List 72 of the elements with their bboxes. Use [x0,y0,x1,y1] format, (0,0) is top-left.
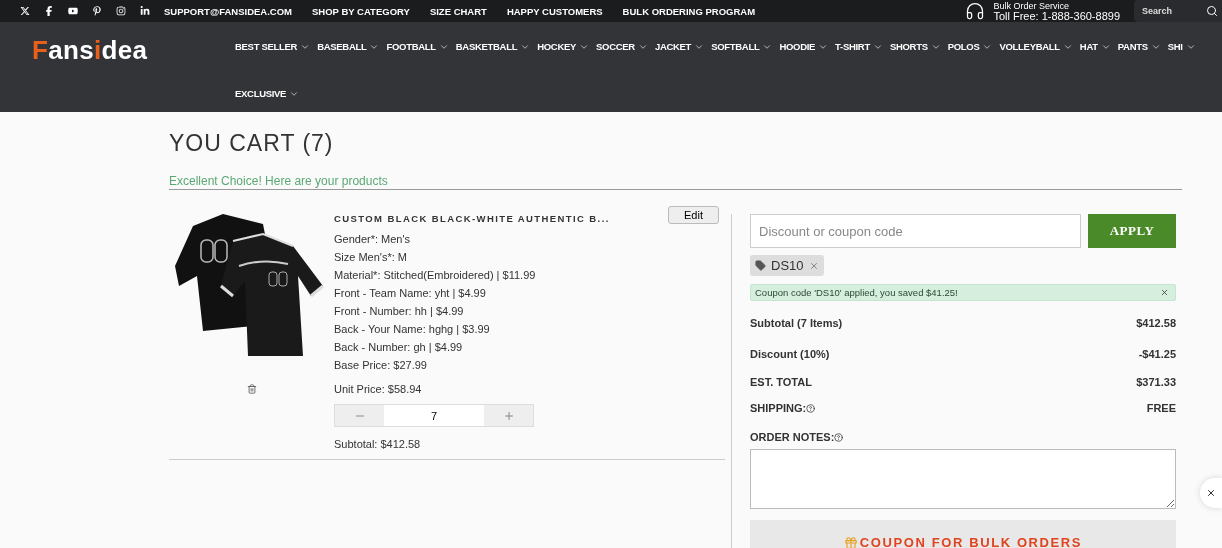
close-icon [1206,487,1216,499]
top-link[interactable]: SUPPORT@FANSIDEA.COM [164,5,293,17]
summary-value: -$41.25 [1138,347,1176,360]
coupon-field[interactable]: Discount or coupon code [750,214,1081,248]
product-option: Front - Team Name: yht | $4.99 [334,284,725,302]
nav-item[interactable]: FOOTBALL [386,41,449,52]
instagram-icon[interactable] [116,6,126,16]
search-input[interactable]: Search [1140,5,1200,17]
subtitle: Excellent Choice! Here are your products [169,174,1182,190]
nav-item[interactable]: VOLLEYBALL [999,41,1073,52]
product-name[interactable]: CUSTOM BLACK BLACK-WHITE AUTHENTIC B... [334,213,610,224]
product-option: Gender*: Men's [334,230,725,248]
top-link[interactable]: SIZE CHART [429,5,487,17]
facebook-icon[interactable] [44,6,54,16]
notes-field[interactable] [750,449,1176,509]
gift-icon [843,536,858,548]
nav-item[interactable]: PANTS [1117,41,1161,52]
top-link[interactable]: SHOP BY CATEGORY [312,5,410,17]
search-icon[interactable] [1206,5,1218,17]
summary-value: $371.33 [1136,376,1176,388]
product-option: Back - Number: gh | $4.99 [334,338,725,356]
nav-item[interactable]: SOFTBALL [711,41,773,52]
pinterest-icon[interactable] [92,6,102,16]
tag-icon [755,260,766,271]
youtube-icon[interactable] [68,6,78,16]
nav-item[interactable]: HOCKEY [537,41,590,52]
logo[interactable]: Fansidea [32,35,235,112]
help-icon[interactable] [806,403,816,413]
item-subtotal: Subtotal: $412.58 [334,437,422,452]
nav-item[interactable]: T-SHIRT [835,41,883,52]
notice-text: Coupon code 'DS10' applied, you saved $41.25! [755,287,958,298]
top-link[interactable]: HAPPY CUSTOMERS [506,5,603,17]
summary-label: Subtotal (7 Items) [750,316,843,329]
linkedin-icon[interactable] [140,6,150,16]
product-option: Base Price: $27.99 [334,356,725,374]
x-logo-icon[interactable] [20,6,30,16]
product-option: Material*: Stitched(Embroidered) | $11.99 [334,266,725,284]
summary-label: EST. TOTAL [750,376,812,388]
phone-number: Toll Free: 1-888-360-8899 [993,11,1120,21]
nav-item[interactable]: SHORTS [889,41,941,52]
top-link[interactable]: BULK ORDERING PROGRAM [622,5,756,17]
summary-value: $412.58 [1136,316,1176,329]
nav-item[interactable]: BEST SELLER [235,41,311,52]
summary-label: Discount (10%) [750,347,830,360]
trash-icon[interactable] [246,384,257,394]
remove-icon[interactable] [808,260,819,271]
summary-label: SHIPPING: [750,402,816,414]
product-option: Front - Number: hh | $4.99 [334,302,725,320]
search-field[interactable]: Search [1134,0,1222,22]
nav-item[interactable]: BASEBALL [317,41,380,52]
nav-item[interactable]: EXCLUSIVE [235,88,300,99]
nav-item[interactable]: SHI [1167,41,1196,52]
service-title: Bulk Order Service [993,1,1070,11]
unit-price: Unit Price: $58.94 [334,382,423,397]
product-option: Back - Your Name: hghg | $3.99 [334,320,725,338]
apply-button[interactable]: APPLY [1088,214,1176,248]
nav-item[interactable]: JACKET [654,41,705,52]
close-icon[interactable] [1160,288,1169,297]
notes-label: ORDER NOTES: [750,431,1176,443]
nav-item[interactable]: SOCCER [596,41,648,52]
page-title: YOU CART (7) [169,130,335,157]
nav-item[interactable]: POLOS [947,41,993,52]
nav-item[interactable]: HAT [1079,41,1111,52]
coupon-code: DS10 [771,258,804,273]
nav-item[interactable]: BASKETBALL [455,41,531,52]
help-icon[interactable] [834,432,844,442]
banner-text: COUPON FOR BULK ORDERS [859,535,1083,548]
edit-button[interactable]: Edit [668,206,719,224]
product-option: Size Men's*: M [334,248,725,266]
headset-icon [965,1,986,21]
summary-value: FREE [1146,402,1176,414]
nav-item[interactable]: HOODIE [779,41,829,52]
